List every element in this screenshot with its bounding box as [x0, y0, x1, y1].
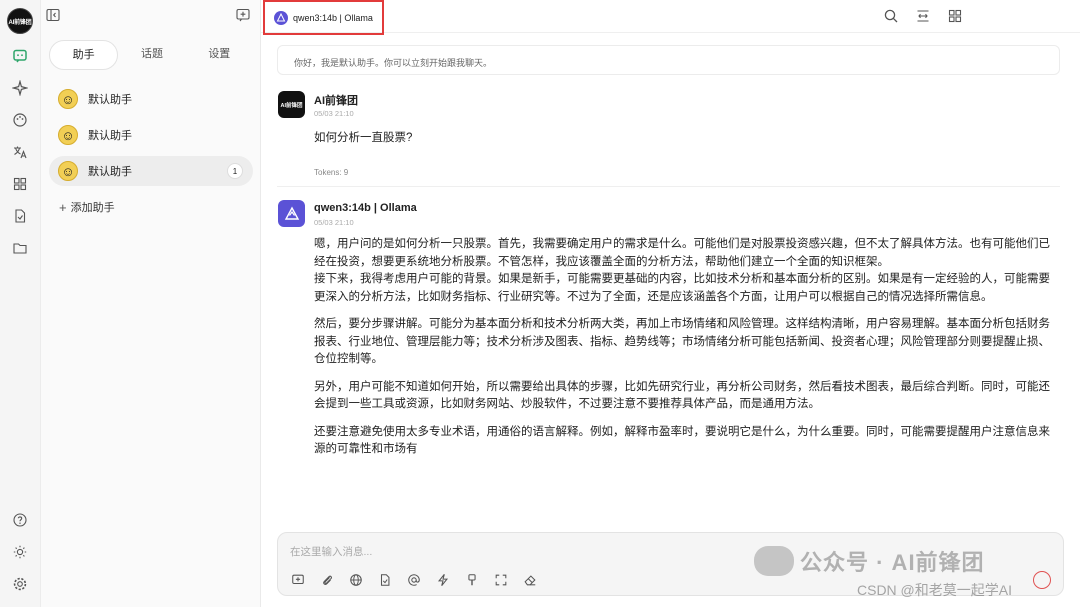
user-message-name: AI前锋团 — [314, 95, 358, 107]
clear-brush-icon[interactable] — [464, 572, 480, 588]
assistant-item[interactable]: ☺ 默认助手 — [49, 120, 253, 150]
user-avatar[interactable]: AI前锋团 — [7, 8, 33, 34]
reply-paragraph: 另外，用户可能不知道如何开始，所以需要给出具体的步骤，比如先研究行业，再分析公司… — [314, 380, 1050, 411]
mention-icon[interactable] — [406, 572, 422, 588]
add-assistant-label: 添加助手 — [70, 202, 115, 214]
translate-icon[interactable] — [9, 141, 31, 163]
pause-button[interactable] — [1033, 571, 1051, 589]
palette-icon[interactable] — [9, 109, 31, 131]
bot-message-time: 05/03 21:10 — [314, 218, 354, 227]
watermark-source: CSDN @和老莫一起学AI — [857, 582, 1012, 598]
user-message-time: 05/03 21:10 — [314, 109, 354, 118]
topic-count-badge: 1 — [227, 163, 243, 179]
assistant-name: 默认助手 — [88, 130, 132, 142]
add-assistant-button[interactable]: + 添加助手 — [59, 199, 115, 215]
assistant-item-active[interactable]: ☺ 默认助手 1 — [49, 156, 253, 186]
message-divider — [277, 186, 1060, 187]
expand-icon[interactable] — [493, 572, 509, 588]
token-count: Tokens: 9 — [314, 168, 349, 177]
layout-grid-icon[interactable] — [947, 8, 963, 29]
new-topic-icon[interactable] — [235, 7, 251, 28]
quick-phrase-icon[interactable] — [435, 572, 451, 588]
fit-width-icon[interactable] — [915, 8, 931, 29]
attachment-icon[interactable] — [319, 572, 335, 588]
assistant-name: 默认助手 — [88, 166, 132, 178]
model-logo-icon — [274, 10, 288, 25]
reply-paragraph: 然后，要分步骤讲解。可能分为基本面分析和技术分析两大类，再加上市场情绪和风险管理… — [314, 318, 1050, 365]
eraser-icon[interactable] — [522, 572, 538, 588]
smiley-emoji-icon: ☺ — [58, 89, 78, 109]
apps-icon[interactable] — [9, 173, 31, 195]
user-message-text: 如何分析一直股票? — [314, 132, 413, 144]
help-icon[interactable] — [9, 509, 31, 531]
tab-settings[interactable]: 设置 — [186, 40, 253, 70]
files-icon[interactable] — [9, 205, 31, 227]
reply-paragraph: 嗯，用户问的是如何分析一只股票。首先，我需要确定用户的需求是什么。可能他们是对股… — [314, 238, 1050, 268]
smiley-emoji-icon: ☺ — [58, 161, 78, 181]
folder-icon[interactable] — [9, 237, 31, 259]
message-input-placeholder[interactable]: 在这里输入消息... — [290, 544, 372, 559]
model-selector[interactable]: qwen3:14b | Ollama — [263, 0, 384, 35]
input-toolbar — [290, 572, 538, 588]
icon-rail: AI前锋团 — [0, 0, 41, 607]
assistant-item[interactable]: ☺ 默认助手 — [49, 84, 253, 114]
greeting-message: 你好，我是默认助手。你可以立刻开始跟我聊天。 — [277, 45, 1060, 75]
collapse-sidebar-icon[interactable] — [45, 7, 61, 28]
sidebar-tabs: 助手 话题 设置 — [49, 40, 253, 70]
theme-icon[interactable] — [9, 541, 31, 563]
bot-message-name: qwen3:14b | Ollama — [314, 202, 417, 214]
bot-message-avatar — [278, 200, 305, 227]
web-search-icon[interactable] — [348, 572, 364, 588]
sparkle-icon[interactable] — [9, 77, 31, 99]
smiley-emoji-icon: ☺ — [58, 125, 78, 145]
sidebar-header — [41, 0, 260, 33]
assistant-sidebar: 助手 话题 设置 ☺ 默认助手 ☺ 默认助手 ☺ 默认助手 1 + 添加助手 — [41, 0, 261, 607]
model-name: qwen3:14b | Ollama — [293, 12, 373, 23]
chat-main: qwen3:14b | Ollama 你好，我是默认助手。你可以立刻开始跟我聊天… — [261, 0, 1080, 607]
assistant-name: 默认助手 — [88, 94, 132, 106]
watermark-text: 公众号 · AI前锋团 — [800, 550, 985, 575]
settings-icon[interactable] — [9, 573, 31, 595]
reply-paragraph: 还要注意避免使用太多专业术语，用通俗的语言解释。例如，解释市盈率时，要说明它是什… — [314, 425, 1050, 456]
chat-icon[interactable] — [9, 45, 31, 67]
watermark-logo: 公众号 · AI前锋团 — [754, 545, 985, 577]
plus-icon: + — [59, 199, 67, 215]
wechat-icon — [754, 546, 794, 576]
search-icon[interactable] — [883, 8, 899, 29]
new-topic-icon[interactable] — [290, 572, 306, 588]
knowledge-base-icon[interactable] — [377, 572, 393, 588]
tab-topics[interactable]: 话题 — [118, 40, 185, 70]
tab-assistants[interactable]: 助手 — [49, 40, 119, 70]
user-message-avatar: AI前锋团 — [278, 91, 305, 118]
reply-paragraph: 接下来，我得考虑用户可能的背景。如果是新手，可能需要更基础的内容，比如技术分析和… — [314, 273, 1050, 303]
bot-message-body: 嗯，用户问的是如何分析一只股票。首先，我需要确定用户的需求是什么。可能他们是对股… — [314, 236, 1058, 469]
chat-topbar: qwen3:14b | Ollama — [261, 0, 1080, 35]
